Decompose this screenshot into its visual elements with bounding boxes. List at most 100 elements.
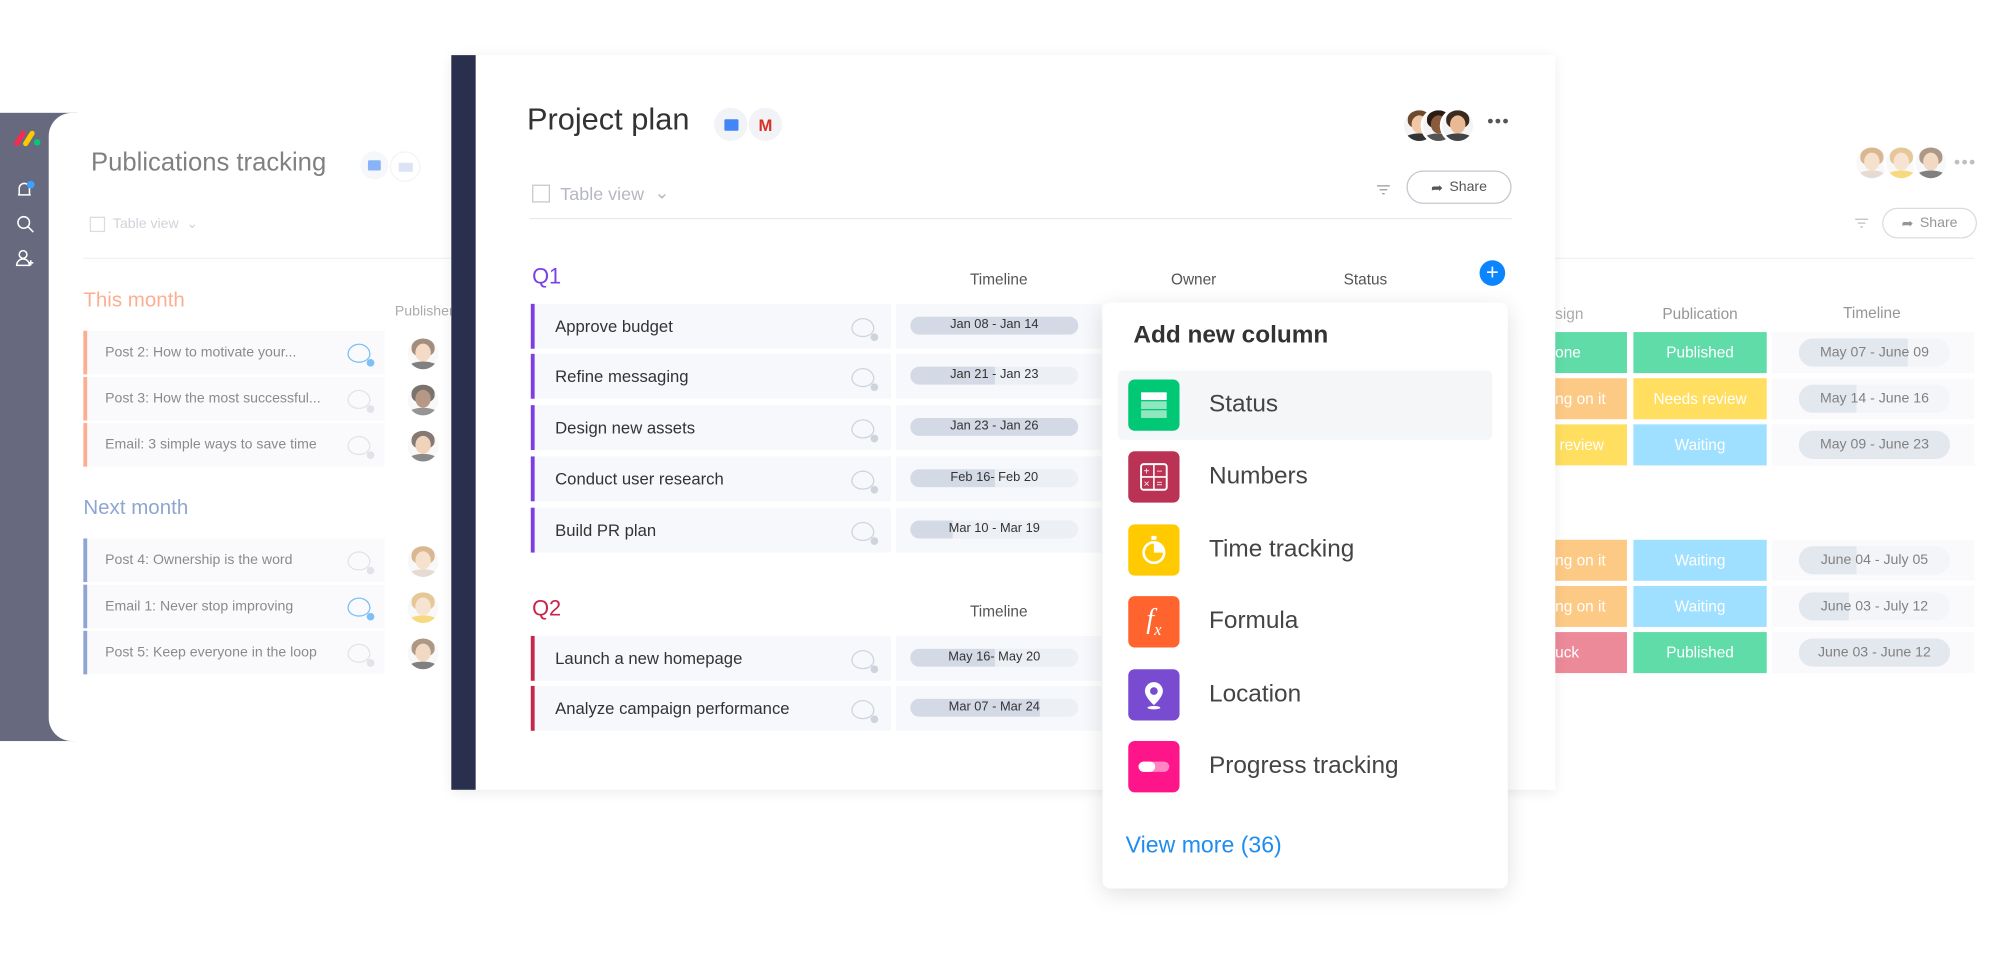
publication-status-cell[interactable]: Published (1633, 332, 1767, 374)
share-button[interactable]: ➦ Share (1882, 207, 1977, 239)
timeline-cell[interactable]: June 03 - July 12 (1771, 585, 1975, 627)
stopwatch-icon (1128, 524, 1180, 576)
group-title[interactable]: Q2 (532, 596, 561, 622)
menu-item-location[interactable]: Location (1118, 660, 1492, 729)
table-row[interactable]: Approve budget (530, 303, 892, 349)
design-status-cell[interactable]: ng on it (1555, 378, 1627, 420)
table-row[interactable]: Refine messaging (530, 353, 892, 399)
comment-icon[interactable] (347, 597, 375, 621)
menu-item-numbers[interactable]: + − × = Numbers (1118, 443, 1492, 512)
timeline-cell[interactable]: Jan 23 - Jan 26 (896, 405, 1102, 451)
group-title[interactable]: Next month (83, 497, 188, 520)
team-avatar (1439, 107, 1476, 144)
gmail-integration-icon: M (748, 107, 783, 142)
table-row[interactable]: Post 3: How the most successful... (83, 376, 385, 421)
design-status-cell[interactable]: uck (1555, 632, 1627, 674)
design-status-cell[interactable]: one (1555, 332, 1627, 374)
more-options-icon[interactable]: ••• (1954, 151, 1977, 172)
comment-icon[interactable] (851, 521, 879, 545)
chevron-down-icon: ⌄ (186, 216, 199, 233)
publication-status-cell[interactable]: Waiting (1633, 424, 1767, 466)
bell-icon[interactable] (15, 179, 35, 197)
timeline-cell[interactable]: Mar 07 - Mar 24 (896, 685, 1102, 731)
table-row[interactable]: Email 1: Never stop improving (83, 584, 385, 629)
divider (83, 257, 456, 259)
menu-item-time-tracking[interactable]: Time tracking (1118, 515, 1492, 584)
timeline-pill: June 03 - July 12 (1798, 592, 1951, 621)
search-icon[interactable] (15, 214, 36, 241)
owner-column-header: Owner (1170, 270, 1217, 289)
comment-icon[interactable] (851, 317, 879, 342)
table-row[interactable]: Launch a new homepage (530, 635, 892, 681)
item-name: Design new assets (555, 417, 696, 438)
menu-item-status[interactable]: Status (1117, 370, 1493, 440)
table-row[interactable]: Post 5: Keep everyone in the loop (83, 630, 385, 675)
publisher-avatar (405, 428, 442, 465)
item-name: Conduct user research (555, 469, 724, 489)
publisher-column-header: Publisher (394, 303, 454, 320)
menu-title: Add new column (1133, 321, 1329, 349)
publisher-avatar (405, 335, 442, 372)
formula-icon: fx (1128, 596, 1180, 648)
publication-status-cell[interactable]: Needs review (1633, 378, 1767, 420)
view-more-link[interactable]: View more (36) (1126, 832, 1282, 859)
more-options-icon[interactable]: ••• (1487, 110, 1510, 131)
timeline-pill: June 04 - July 05 (1798, 546, 1951, 575)
timeline-cell[interactable]: June 04 - July 05 (1771, 539, 1975, 581)
menu-item-formula[interactable]: fx Formula (1118, 587, 1492, 656)
design-status-cell[interactable]: review (1555, 424, 1627, 466)
timeline-pill: Jan 08 - Jan 14 (910, 316, 1079, 335)
table-row[interactable]: Design new assets (530, 405, 892, 451)
comment-icon[interactable] (851, 367, 879, 392)
timeline-cell[interactable]: Feb 16- Feb 20 (896, 456, 1102, 502)
comment-icon[interactable] (347, 343, 375, 367)
calendar-integration-icon (360, 151, 389, 180)
comment-icon[interactable] (851, 419, 879, 443)
timeline-cell[interactable]: Mar 10 - Mar 19 (896, 507, 1102, 553)
table-view-selector[interactable]: Table view ⌄ (532, 182, 669, 204)
comment-icon[interactable] (347, 389, 375, 413)
design-status-cell[interactable]: ng on it (1555, 585, 1627, 627)
publication-status-cell[interactable]: Published (1633, 632, 1767, 674)
comment-icon[interactable] (851, 650, 879, 674)
filter-icon[interactable] (1854, 213, 1869, 236)
design-status-cell[interactable]: ng on it (1555, 539, 1627, 581)
comment-icon[interactable] (347, 551, 375, 575)
board-title: Publications tracking (91, 148, 327, 177)
timeline-pill: Jan 21 - Jan 23 (910, 366, 1079, 385)
timeline-pill: Mar 07 - Mar 24 (910, 698, 1079, 717)
table-row[interactable]: Email: 3 simple ways to save time (83, 423, 385, 467)
table-row[interactable]: Post 2: How to motivate your... (83, 330, 385, 375)
publication-status-cell[interactable]: Waiting (1633, 585, 1767, 627)
group-title[interactable]: This month (83, 290, 184, 313)
publication-status-cell[interactable]: Waiting (1633, 539, 1767, 581)
share-button[interactable]: ➦ Share (1406, 170, 1512, 204)
comment-icon[interactable] (851, 470, 879, 494)
timeline-cell[interactable]: May 16- May 20 (896, 635, 1102, 681)
table-row[interactable]: Post 4: Ownership is the word (83, 538, 385, 583)
publisher-avatar (405, 382, 442, 418)
group-title[interactable]: Q1 (532, 264, 561, 290)
comment-icon[interactable] (347, 643, 375, 667)
item-name: Launch a new homepage (555, 648, 743, 668)
group-color-bar (530, 685, 535, 731)
comment-icon[interactable] (851, 700, 879, 724)
table-view-selector[interactable]: Table view ⌄ (89, 215, 199, 233)
invite-user-icon[interactable] (15, 249, 36, 276)
item-name: Build PR plan (555, 520, 657, 540)
timeline-cell[interactable]: May 09 - June 23 (1771, 424, 1975, 466)
menu-item-label: Location (1209, 680, 1302, 708)
timeline-cell[interactable]: Jan 08 - Jan 14 (896, 303, 1102, 349)
timeline-cell[interactable]: May 07 - June 09 (1771, 332, 1975, 374)
table-row[interactable]: Build PR plan (530, 507, 892, 553)
timeline-cell[interactable]: May 14 - June 16 (1771, 378, 1975, 420)
filter-icon[interactable] (1376, 179, 1391, 202)
add-column-button[interactable]: + (1479, 260, 1506, 286)
status-icon (1128, 379, 1180, 431)
timeline-cell[interactable]: June 03 - June 12 (1771, 632, 1975, 674)
timeline-cell[interactable]: Jan 21 - Jan 23 (896, 353, 1102, 399)
table-row[interactable]: Conduct user research (530, 456, 892, 502)
menu-item-progress-tracking[interactable]: Progress tracking (1118, 732, 1492, 801)
table-row[interactable]: Analyze campaign performance (530, 685, 892, 731)
comment-icon[interactable] (347, 435, 375, 459)
